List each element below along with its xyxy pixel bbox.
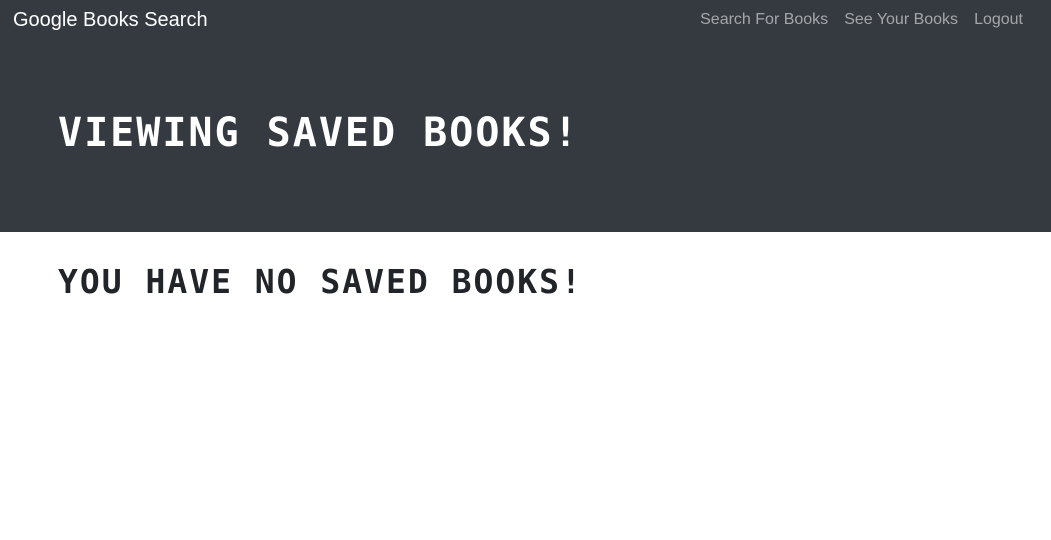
nav-link-search-for-books[interactable]: Search For Books	[700, 11, 828, 29]
nav-links: Search For Books See Your Books Logout	[700, 11, 1035, 29]
nav-link-see-your-books[interactable]: See Your Books	[844, 11, 958, 29]
empty-state-message: YOU HAVE NO SAVED BOOKS!	[58, 262, 583, 301]
brand-link[interactable]: Google Books Search	[13, 9, 208, 32]
jumbotron: VIEWING SAVED BOOKS!	[0, 40, 1051, 232]
nav-link-logout[interactable]: Logout	[974, 11, 1023, 29]
page-title: VIEWING SAVED BOOKS!	[58, 110, 580, 156]
navbar: Google Books Search Search For Books See…	[0, 0, 1051, 40]
